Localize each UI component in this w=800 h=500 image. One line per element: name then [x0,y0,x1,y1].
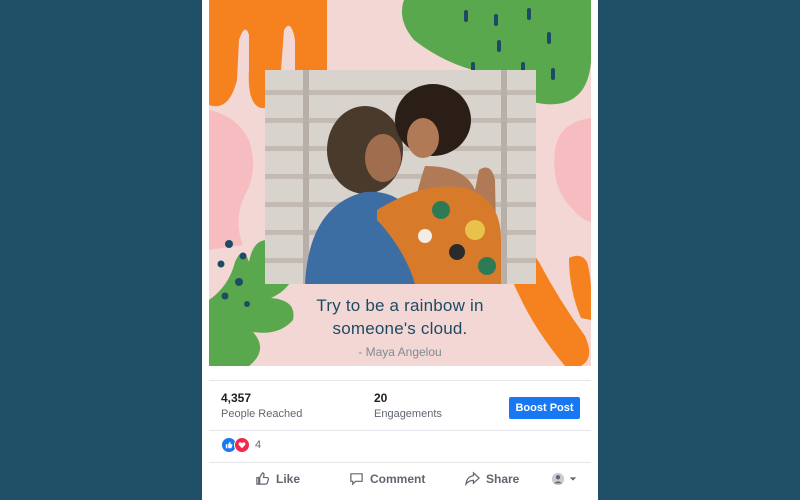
share-icon [465,471,480,486]
like-button[interactable]: Like [255,471,300,486]
quote-line-1: Try to be a rainbow in [316,296,484,315]
reaction-count: 4 [255,439,262,451]
love-icon [234,437,250,453]
reactions-bar[interactable]: 4 [209,430,591,461]
comment-button[interactable]: Comment [349,471,425,486]
comment-label: Comment [370,471,426,486]
share-button[interactable]: Share [465,471,519,486]
quote-author: - Maya Angelou [358,345,442,359]
post-actions: Like Comment Share [209,462,591,497]
post-card: Try to be a rainbow in someone's cloud. … [202,0,598,500]
people-reached-value: 4,357 [221,391,252,405]
post-photo [265,70,536,284]
audience-selector[interactable] [551,472,577,486]
people-reached-stat: 4,357 People Reached [221,391,302,420]
post-image[interactable]: Try to be a rainbow in someone's cloud. … [209,0,591,366]
reaction-summary[interactable]: 4 [221,437,261,453]
share-label: Share [486,471,520,486]
engagements-stat: 20 Engagements [374,391,442,420]
people-reached-label: People Reached [221,408,303,420]
engagements-label: Engagements [374,408,442,420]
quote-line-2: someone's cloud. [332,319,468,338]
chevron-down-icon [569,477,577,481]
boost-post-button[interactable]: Boost Post [509,397,580,419]
couple-photo [265,70,536,284]
post-quote: Try to be a rainbow in someone's cloud. … [264,294,536,359]
profile-avatar-icon [551,472,565,486]
thumbs-up-icon [256,472,270,485]
comment-icon [350,473,363,486]
post-insights: 4,357 People Reached 20 Engagements Boos… [209,380,591,431]
engagements-value: 20 [374,391,388,405]
like-label: Like [276,471,301,486]
